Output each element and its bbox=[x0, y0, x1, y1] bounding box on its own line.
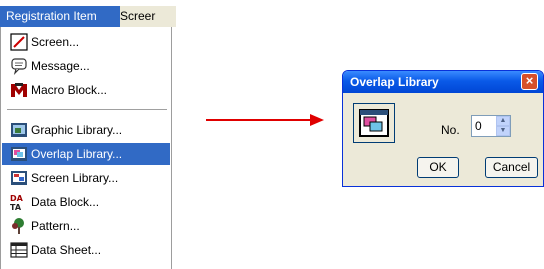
menu-item-label: Data Block... bbox=[31, 195, 100, 209]
screen-library-icon bbox=[11, 171, 27, 185]
menu-item-graphic-library[interactable]: Graphic Library... bbox=[2, 119, 170, 141]
menu-item-label: Screen Library... bbox=[31, 171, 119, 185]
menu-screen[interactable]: Screer bbox=[114, 6, 161, 27]
svg-text:DA: DA bbox=[10, 194, 24, 203]
overlap-library-icon bbox=[359, 109, 389, 137]
no-value[interactable]: 0 bbox=[475, 119, 482, 133]
data-block-icon: DA TA bbox=[10, 194, 24, 211]
spin-up-icon[interactable]: ▲ bbox=[496, 116, 510, 126]
menu-bar: Registration Item Screer bbox=[0, 6, 176, 27]
menu-item-label: Overlap Library... bbox=[31, 147, 123, 161]
menu-item-screen-library[interactable]: Screen Library... bbox=[2, 167, 170, 189]
menu-item-macro-block[interactable]: Macro Block... bbox=[2, 79, 170, 101]
graphic-library-icon bbox=[11, 123, 27, 137]
screen-icon bbox=[10, 33, 28, 51]
dialog-title: Overlap Library bbox=[350, 75, 439, 89]
pattern-icon bbox=[12, 218, 24, 234]
dialog-titlebar: Overlap Library × bbox=[343, 71, 543, 93]
menu-item-data-sheet[interactable]: Data Sheet... bbox=[2, 239, 170, 261]
menu-item-label: Screen... bbox=[31, 35, 80, 49]
menu-item-label: Macro Block... bbox=[31, 83, 108, 97]
no-label: No. bbox=[441, 123, 460, 137]
menu-item-label: Graphic Library... bbox=[31, 123, 123, 137]
menu-separator bbox=[7, 109, 167, 110]
menu-item-label: Pattern... bbox=[31, 219, 80, 233]
no-spinbox[interactable]: 0 ▲ ▼ bbox=[471, 115, 511, 137]
spin-buttons: ▲ ▼ bbox=[496, 116, 510, 136]
menu-item-screen[interactable]: Screen... bbox=[2, 31, 170, 53]
ok-button[interactable]: OK bbox=[417, 157, 459, 178]
menu-item-overlap-library[interactable]: Overlap Library... bbox=[2, 143, 170, 165]
red-arrow bbox=[206, 114, 324, 126]
menu-item-pattern[interactable]: Pattern... bbox=[2, 215, 170, 237]
cancel-button[interactable]: Cancel bbox=[485, 157, 538, 178]
macro-block-icon bbox=[11, 83, 27, 97]
data-sheet-icon bbox=[10, 242, 28, 258]
close-icon: × bbox=[525, 73, 534, 88]
overlap-library-dialog: Overlap Library × No. 0 ▲ ▼ OK Cancel bbox=[342, 70, 544, 187]
menu-item-message[interactable]: Message... bbox=[2, 55, 170, 77]
menu-registration-item[interactable]: Registration Item bbox=[0, 6, 120, 27]
menu-item-data-block[interactable]: DA TA Data Block... bbox=[2, 191, 170, 213]
menu-item-label: Message... bbox=[31, 59, 90, 73]
menu-item-label: Data Sheet... bbox=[31, 243, 102, 257]
message-icon bbox=[11, 58, 27, 75]
overlap-library-icon bbox=[11, 147, 27, 161]
overlap-library-preview bbox=[353, 103, 395, 143]
spin-down-icon[interactable]: ▼ bbox=[496, 126, 510, 136]
close-button[interactable]: × bbox=[521, 73, 538, 90]
svg-text:TA: TA bbox=[10, 203, 22, 211]
registration-item-menu: Screen... Message... Macro Block... Grap… bbox=[0, 27, 172, 269]
